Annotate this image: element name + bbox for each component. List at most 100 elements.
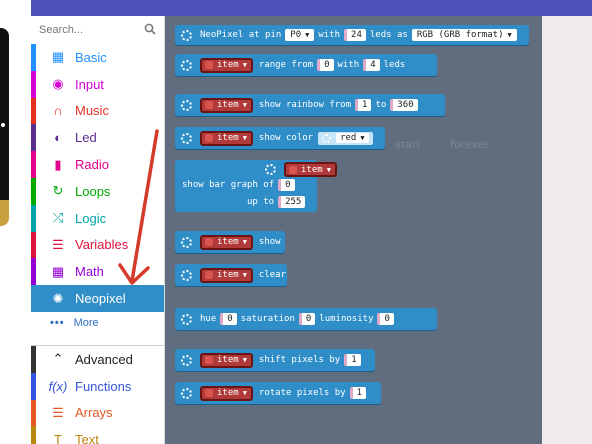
show-rainbow-block[interactable]: item ▼ show rainbow from 1 to 360 [175, 94, 445, 116]
search-icon[interactable] [144, 23, 156, 35]
neopixel-icon [181, 387, 192, 399]
leds-count-input[interactable]: 24 [344, 29, 366, 41]
saturation-input[interactable]: 0 [298, 313, 316, 325]
list-icon: ☰ [52, 236, 64, 252]
chevron-down-icon: ▼ [242, 271, 247, 279]
variable-pad [205, 356, 213, 364]
shift-pixels-block[interactable]: item ▼ shift pixels by 1 [175, 349, 375, 371]
hsl-block[interactable]: hue 0 saturation 0 luminosity 0 [175, 308, 437, 330]
chevron-down-icon: ▼ [507, 31, 512, 39]
sun-icon: ✺ [52, 290, 64, 306]
block-text: up to [247, 197, 275, 207]
item-variable[interactable]: item ▼ [200, 57, 253, 73]
rainbow-to-input[interactable]: 360 [390, 99, 418, 111]
item-variable[interactable]: item ▼ [200, 352, 253, 368]
top-bar [0, 0, 592, 16]
item-variable[interactable]: item ▼ [200, 267, 253, 283]
item-variable[interactable]: item ▼ [200, 234, 253, 250]
category-text[interactable]: T Text [31, 426, 164, 444]
hue-input[interactable]: 0 [220, 313, 237, 325]
category-label: Advanced [75, 351, 133, 367]
chevron-down-icon: ▼ [242, 238, 247, 246]
rotate-value-input[interactable]: 1 [349, 387, 367, 399]
block-text: with [318, 30, 341, 40]
category-arrays[interactable]: ☰ Arrays [31, 399, 164, 427]
grid-icon: ▦ [51, 49, 65, 65]
variable-pad [205, 134, 213, 142]
category-label: Radio [75, 157, 109, 173]
neopixel-create-block[interactable]: NeoPixel at pin P0 ▼ with 24 leds as RGB … [175, 25, 529, 45]
variable-pad [205, 238, 213, 246]
block-text: rotate pixels by [258, 388, 346, 398]
category-label: Led [75, 130, 97, 146]
workspace-background [542, 16, 592, 444]
block-text: shift pixels by [258, 355, 341, 365]
format-dropdown[interactable]: RGB (GRB format) ▼ [411, 29, 517, 41]
block-text: with [337, 60, 360, 70]
block-text: luminosity [319, 314, 374, 324]
category-basic[interactable]: ▦ Basic [31, 44, 164, 71]
clear-block[interactable]: item ▼ clear [175, 264, 287, 286]
neopixel-icon [181, 236, 192, 248]
show-color-block[interactable]: item ▼ show color red ▼ [175, 127, 385, 149]
rotate-pixels-block[interactable]: item ▼ rotate pixels by 1 [175, 382, 381, 404]
luminosity-input[interactable]: 0 [377, 313, 394, 325]
bar-graph-max-input[interactable]: 255 [278, 196, 306, 208]
category-label: Loops [75, 183, 111, 199]
dropdown-value: RGB (GRB format) [416, 30, 504, 40]
neopixel-icon [181, 269, 192, 281]
category-label: Functions [75, 378, 132, 394]
chevron-down-icon: ▼ [242, 134, 247, 142]
shift-value-input[interactable]: 1 [344, 354, 361, 366]
neopixel-icon [181, 132, 192, 144]
category-label: Music [75, 103, 109, 119]
item-variable[interactable]: item ▼ [200, 385, 253, 401]
block-text: leds [383, 60, 406, 70]
block-text: NeoPixel at pin [200, 30, 282, 40]
category-label: Basic [75, 49, 107, 65]
item-variable[interactable]: item ▼ [284, 162, 337, 177]
pin-dropdown[interactable]: P0 ▼ [285, 29, 315, 41]
range-block[interactable]: item ▼ range from 0 with 4 leds [175, 54, 437, 76]
calculator-icon: ▦ [51, 263, 65, 279]
category-label: Math [75, 264, 104, 280]
toggle-icon: ◐ [54, 130, 62, 146]
variable-name: item [217, 100, 239, 110]
neopixel-icon [181, 99, 192, 111]
variable-name: item [217, 60, 239, 70]
more-label: More [73, 316, 99, 329]
rainbow-from-input[interactable]: 1 [355, 99, 372, 111]
list-icon: ☰ [52, 404, 64, 420]
color-name: red [340, 133, 357, 143]
range-count-input[interactable]: 4 [363, 59, 380, 71]
neopixel-icon [181, 59, 192, 71]
headphones-icon: ∩ [53, 103, 63, 119]
chevron-down-icon: ▼ [326, 165, 331, 174]
color-dropdown[interactable]: red ▼ [318, 131, 373, 145]
category-advanced[interactable]: ⌃ Advanced [31, 345, 164, 373]
show-block[interactable]: item ▼ show [175, 231, 285, 253]
block-text: to [375, 100, 387, 110]
text-icon: T [54, 432, 62, 444]
range-from-input[interactable]: 0 [317, 59, 334, 71]
item-variable[interactable]: item ▼ [200, 130, 253, 146]
category-functions[interactable]: f(x) Functions [31, 372, 164, 400]
more-button[interactable]: ••• More [31, 312, 164, 334]
bar-graph-value-input[interactable]: 0 [278, 179, 295, 191]
neopixel-icon [181, 313, 192, 325]
category-input[interactable]: ◉ Input [31, 70, 164, 98]
variable-pad [205, 101, 213, 109]
ellipsis-icon: ••• [50, 316, 65, 329]
target-icon: ◉ [52, 76, 64, 92]
shuffle-icon: ⤮ [52, 210, 64, 226]
variable-name: item [217, 388, 239, 398]
chevron-down-icon: ▼ [242, 356, 247, 364]
block-text: hue [200, 314, 217, 324]
item-variable[interactable]: item ▼ [200, 97, 253, 113]
show-bar-graph-block[interactable]: item ▼ show bar graph of 0 up to 255 [175, 160, 337, 212]
microbit-edge-connector [0, 200, 9, 226]
category-music[interactable]: ∩ Music [31, 97, 164, 125]
chevron-up-icon: ⌃ [52, 351, 64, 367]
chevron-down-icon: ▼ [242, 101, 247, 109]
block-text: leds as [369, 30, 408, 40]
